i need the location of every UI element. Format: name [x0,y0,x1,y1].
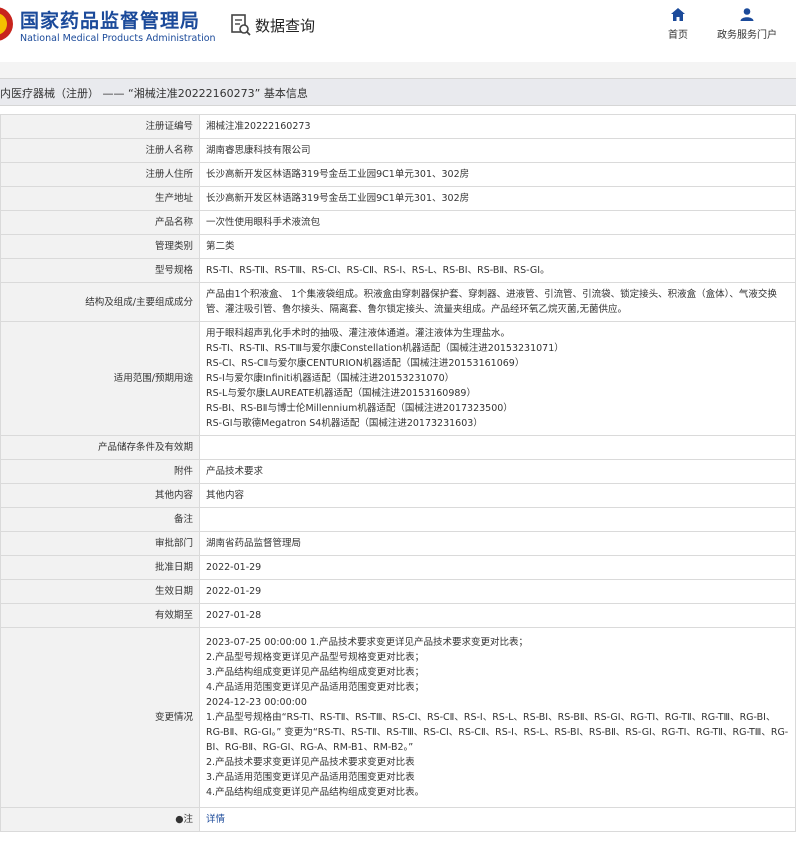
table-row: 结构及组成/主要组成成分 产品由1个积液盒、 1个集液袋组成。积液盒由穿刺器保护套… [0,282,796,322]
field-label: 变更情况 [0,627,200,808]
table-row: 型号规格 RS-TⅠ、RS-TⅡ、RS-TⅢ、RS-CⅠ、RS-CⅡ、RS-Ⅰ、R… [0,258,796,283]
table-row: 有效期至 2027-01-28 [0,603,796,628]
table-row: 审批部门 湖南省药品监督管理局 [0,531,796,556]
field-value-line: 2.产品型号规格变更详见产品型号规格变更对比表； [206,652,425,663]
field-value: 2022-01-29 [199,555,796,580]
nav-portal-label: 政务服务门户 [717,30,777,41]
table-row: 批准日期 2022-01-29 [0,555,796,580]
field-value: 2023-07-25 00:00:00 1.产品技术要求变更详见产品技术要求变更… [199,627,796,808]
field-value-line: 2.产品技术要求变更详见产品技术要求变更对比表 [206,757,415,768]
field-value-line: 4.产品结构组成变更详见产品结构组成变更对比表。 [206,787,425,798]
brand-title-cn[interactable]: 国家药品监督管理局 [20,6,200,33]
field-value: 长沙高新开发区林语路319号金岳工业园9C1单元301、302房 [199,162,796,187]
field-value: RS-TⅠ、RS-TⅡ、RS-TⅢ、RS-CⅠ、RS-CⅡ、RS-Ⅰ、RS-L、… [199,258,796,283]
nav-service-portal[interactable]: 政务服务门户 [712,8,782,41]
nav-home-label: 首页 [668,30,688,41]
field-label: 附件 [0,459,200,484]
user-icon [740,8,754,21]
nav-home[interactable]: 首页 [658,8,698,41]
table-row: 其他内容 其他内容 [0,483,796,508]
field-value: 产品技术要求 [199,459,796,484]
field-value-line: 2023-07-25 00:00:00 1.产品技术要求变更详见产品技术要求变更… [206,637,528,648]
field-label: 其他内容 [0,483,200,508]
data-query-icon [231,14,251,36]
field-value [199,507,796,532]
details-link[interactable]: 详情 [206,814,225,825]
field-label: 有效期至 [0,603,200,628]
field-value: 长沙高新开发区林语路319号金岳工业园9C1单元301、302房 [199,186,796,211]
table-row: 产品储存条件及有效期 [0,435,796,460]
field-value-line: 用于眼科超声乳化手术时的抽吸、灌注液体通道。灌注液体为生理盐水。 [206,328,511,339]
field-value-line: RS-BⅠ、RS-BⅡ与博士伦Millennium机器适配（国械注进201732… [206,403,513,414]
field-value: 第二类 [199,234,796,259]
field-value-line: 3.产品结构组成变更详见产品结构组成变更对比表； [206,667,425,678]
field-value-line: 2024-12-23 00:00:00 [206,697,307,708]
detail-title-bar: 内医疗器械（注册） —— “湘械注准20222160273” 基本信息 [0,78,796,106]
field-value: 一次性使用眼科手术液流包 [199,210,796,235]
table-row: 备注 [0,507,796,532]
table-row: 适用范围/预期用途 用于眼科超声乳化手术时的抽吸、灌注液体通道。灌注液体为生理盐水… [0,321,796,436]
header-divider [0,62,796,78]
field-label: 结构及组成/主要组成成分 [0,282,200,322]
field-label: 适用范围/预期用途 [0,321,200,436]
table-row: 生产地址 长沙高新开发区林语路319号金岳工业园9C1单元301、302房 [0,186,796,211]
site-header: 国家药品监督管理局 National Medical Products Admi… [0,0,796,62]
field-value: 湖南睿思康科技有限公司 [199,138,796,163]
title-spacer [0,106,796,114]
field-label: 生效日期 [0,579,200,604]
data-query-link[interactable]: 数据查询 [230,13,315,37]
field-value: 湘械注准20222160273 [199,114,796,139]
field-label: 注册证编号 [0,114,200,139]
field-value: 湖南省药品监督管理局 [199,531,796,556]
field-value-line: RS-L与爱尔康LAUREATE机器适配（国械注进20153160989） [206,388,476,399]
home-icon [671,8,685,21]
table-row: 管理类别 第二类 [0,234,796,259]
table-row: ●注 详情 [0,807,796,832]
field-value-line: 3.产品适用范围变更详见产品适用范围变更对比表 [206,772,415,783]
field-label: ●注 [0,807,200,832]
field-value [199,435,796,460]
detail-table: 注册证编号 湘械注准20222160273 注册人名称 湖南睿思康科技有限公司 注册人住… [0,114,796,832]
field-value-line: RS-TⅠ、RS-TⅡ、RS-TⅢ与爱尔康Constellation机器适配（国… [206,343,564,354]
field-value: 2027-01-28 [199,603,796,628]
field-label: 注册人住所 [0,162,200,187]
table-row: 注册证编号 湘械注准20222160273 [0,114,796,139]
field-value-line: 4.产品适用范围变更详见产品适用范围变更对比表； [206,682,425,693]
field-label: 备注 [0,507,200,532]
nmpa-emblem-icon [0,7,13,41]
field-value-line: RS-Ⅰ与爱尔康Infiniti机器适配（国械注进20153231070） [206,373,455,384]
table-row: 生效日期 2022-01-29 [0,579,796,604]
field-label: 审批部门 [0,531,200,556]
field-value: 用于眼科超声乳化手术时的抽吸、灌注液体通道。灌注液体为生理盐水。 RS-TⅠ、RS… [199,321,796,436]
data-query-label: 数据查询 [255,16,316,35]
field-value-line: 1.产品型号规格由“RS-TⅠ、RS-TⅡ、RS-TⅢ、RS-CⅠ、RS-CⅡ、… [206,712,789,753]
field-value-line: RS-CⅠ、RS-CⅡ与爱尔康CENTURION机器适配（国械注进2015316… [206,358,525,369]
table-row: 注册人名称 湖南睿思康科技有限公司 [0,138,796,163]
field-value: 产品由1个积液盒、 1个集液袋组成。积液盒由穿刺器保护套、穿刺器、进液管、引流管… [199,282,796,322]
field-value: 详情 [199,807,796,832]
field-value-line: RS-GⅠ与歌德Megatron S4机器适配（国械注进20173231603） [206,418,483,429]
field-label: 注册人名称 [0,138,200,163]
detail-title: 内医疗器械（注册） —— “湘械注准20222160273” 基本信息 [0,87,308,100]
field-value: 其他内容 [199,483,796,508]
field-label: 型号规格 [0,258,200,283]
table-row: 注册人住所 长沙高新开发区林语路319号金岳工业园9C1单元301、302房 [0,162,796,187]
field-label: 产品名称 [0,210,200,235]
field-label: 产品储存条件及有效期 [0,435,200,460]
field-label: 管理类别 [0,234,200,259]
table-row: 变更情况 2023-07-25 00:00:00 1.产品技术要求变更详见产品技术… [0,627,796,808]
field-value: 2022-01-29 [199,579,796,604]
table-row: 产品名称 一次性使用眼科手术液流包 [0,210,796,235]
brand-title-en[interactable]: National Medical Products Administration [20,33,216,44]
table-row: 附件 产品技术要求 [0,459,796,484]
field-label: 批准日期 [0,555,200,580]
field-label: 生产地址 [0,186,200,211]
